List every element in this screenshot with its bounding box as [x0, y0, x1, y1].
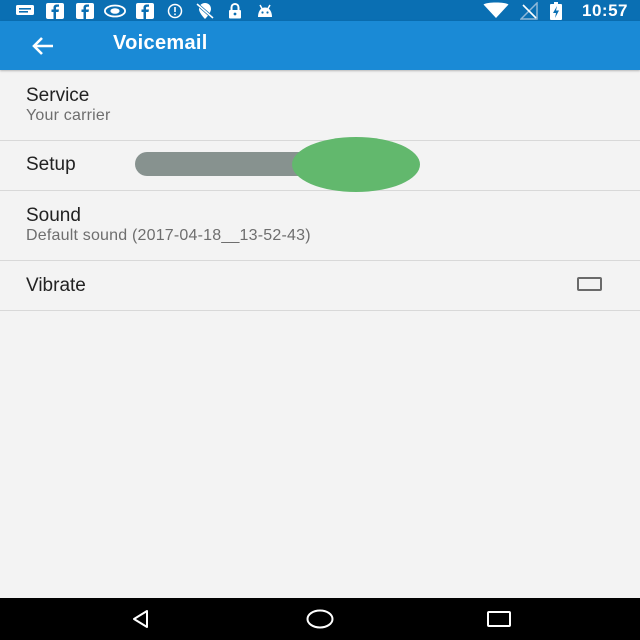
sms-icon — [14, 3, 36, 19]
back-icon[interactable] — [121, 605, 161, 633]
wifi-icon — [482, 2, 510, 19]
facebook-icon — [74, 2, 96, 19]
vibrate-checkbox[interactable] — [577, 277, 602, 291]
sound-value: Default sound (2017-04-18__13-52-43) — [26, 227, 311, 244]
no-location-icon — [194, 2, 216, 19]
page-title: Voicemail — [113, 32, 208, 54]
info-icon — [164, 3, 186, 19]
voicemail-settings-list: Service Your carrier Setup Sound Default… — [0, 71, 640, 311]
app-bar: Voicemail — [0, 21, 640, 70]
facebook-icon — [44, 2, 66, 19]
status-bar: 10:57 — [0, 0, 640, 21]
home-icon[interactable] — [300, 605, 340, 633]
battery-charging-icon — [548, 1, 564, 20]
service-label: Service — [26, 85, 90, 106]
notification-icons — [14, 2, 284, 19]
setup-label: Setup — [26, 154, 76, 175]
navigation-bar — [0, 598, 640, 640]
vibrate-setting[interactable]: Vibrate — [0, 261, 640, 311]
facebook-icon — [134, 2, 156, 19]
service-setting[interactable]: Service Your carrier — [0, 71, 640, 141]
nvidia-icon — [104, 3, 126, 19]
no-signal-icon — [518, 1, 540, 20]
system-icons: 10:57 — [482, 1, 628, 20]
sound-label: Sound — [26, 205, 81, 226]
service-value: Your carrier — [26, 107, 111, 124]
vibrate-label: Vibrate — [26, 275, 86, 296]
recents-icon[interactable] — [479, 605, 519, 633]
back-arrow-icon[interactable] — [27, 31, 59, 61]
status-clock: 10:57 — [582, 0, 628, 20]
sound-setting[interactable]: Sound Default sound (2017-04-18__13-52-4… — [0, 191, 640, 261]
swipe-gesture-touch-point — [292, 137, 420, 192]
android-icon — [254, 3, 276, 19]
lock-icon — [224, 2, 246, 19]
